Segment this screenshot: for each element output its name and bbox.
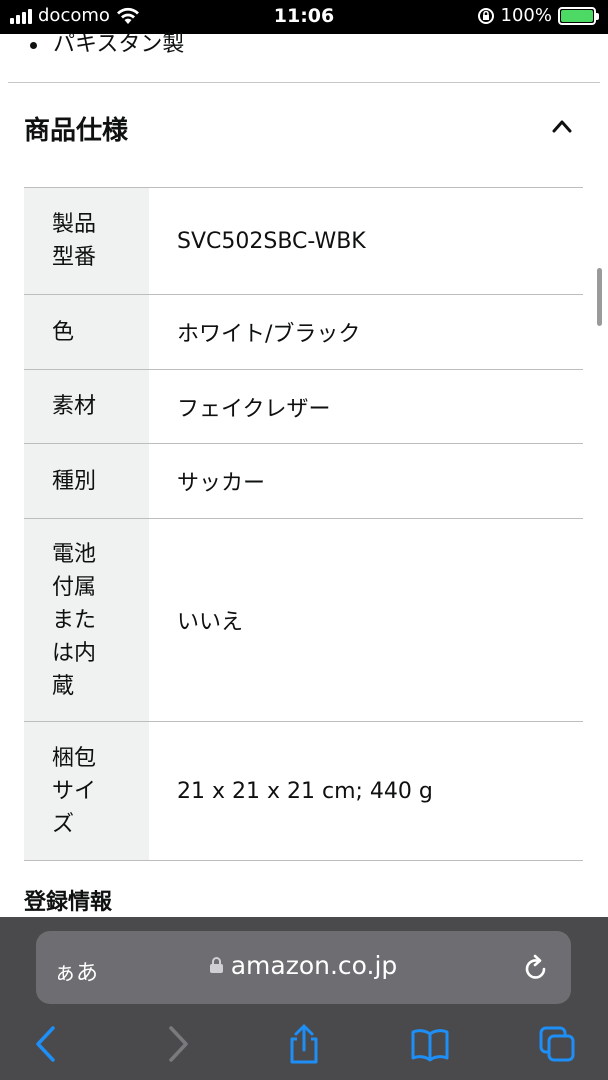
spec-row: 製品 型番 SVC502SBC-WBK	[24, 187, 583, 295]
back-icon[interactable]	[27, 1024, 67, 1064]
lock-icon	[209, 957, 223, 973]
battery-charging-icon	[558, 6, 599, 25]
spec-value: ホワイト/ブラック	[149, 294, 583, 370]
divider	[8, 82, 600, 83]
spec-key: 種別	[24, 443, 149, 519]
forward-icon[interactable]	[157, 1024, 197, 1064]
status-right: 100%	[477, 5, 599, 26]
spec-key: 梱包 サイズ	[24, 721, 149, 861]
scroll-indicator[interactable]	[597, 268, 602, 326]
url-text: amazon.co.jp	[230, 951, 398, 980]
spec-key: 製品 型番	[24, 187, 149, 295]
bullet-icon	[30, 41, 37, 49]
bookmarks-icon[interactable]	[410, 1024, 450, 1064]
url-display[interactable]: amazon.co.jp	[36, 951, 571, 980]
cut-off-text: パキスタン製	[53, 32, 185, 57]
spec-row: 色 ホワイト/ブラック	[24, 294, 583, 370]
spec-key: 電池 付属 また は内蔵	[24, 518, 149, 722]
reload-icon[interactable]	[523, 953, 549, 981]
spec-key: 色	[24, 294, 149, 370]
spec-row: 素材 フェイクレザー	[24, 369, 583, 444]
spec-value: いいえ	[149, 518, 583, 722]
browser-bottom-bar: ぁあ amazon.co.jp	[0, 917, 608, 1080]
spec-row: 電池 付属 また は内蔵 いいえ	[24, 518, 583, 722]
chevron-up-icon[interactable]	[552, 117, 572, 137]
cut-off-list-item: パキスタン製	[30, 26, 184, 58]
browser-toolbar	[0, 1022, 608, 1072]
tabs-icon[interactable]	[537, 1024, 577, 1064]
spec-value: フェイクレザー	[149, 369, 583, 444]
spec-row: 梱包 サイズ 21 x 21 x 21 cm; 440 g	[24, 721, 583, 861]
spec-value: サッカー	[149, 443, 583, 519]
spec-table: 製品 型番 SVC502SBC-WBK 色 ホワイト/ブラック 素材 フェイクレザ…	[24, 187, 583, 861]
registration-info-title[interactable]: 登録情報	[24, 884, 112, 916]
share-icon[interactable]	[284, 1024, 324, 1064]
address-bar[interactable]: ぁあ amazon.co.jp	[36, 931, 571, 1004]
section-title[interactable]: 商品仕様	[24, 110, 128, 147]
battery-percent: 100%	[500, 5, 552, 26]
spec-value: SVC502SBC-WBK	[149, 187, 583, 295]
orientation-lock-icon	[477, 7, 494, 24]
spec-key: 素材	[24, 369, 149, 444]
spec-value: 21 x 21 x 21 cm; 440 g	[149, 721, 583, 861]
spec-row: 種別 サッカー	[24, 443, 583, 519]
